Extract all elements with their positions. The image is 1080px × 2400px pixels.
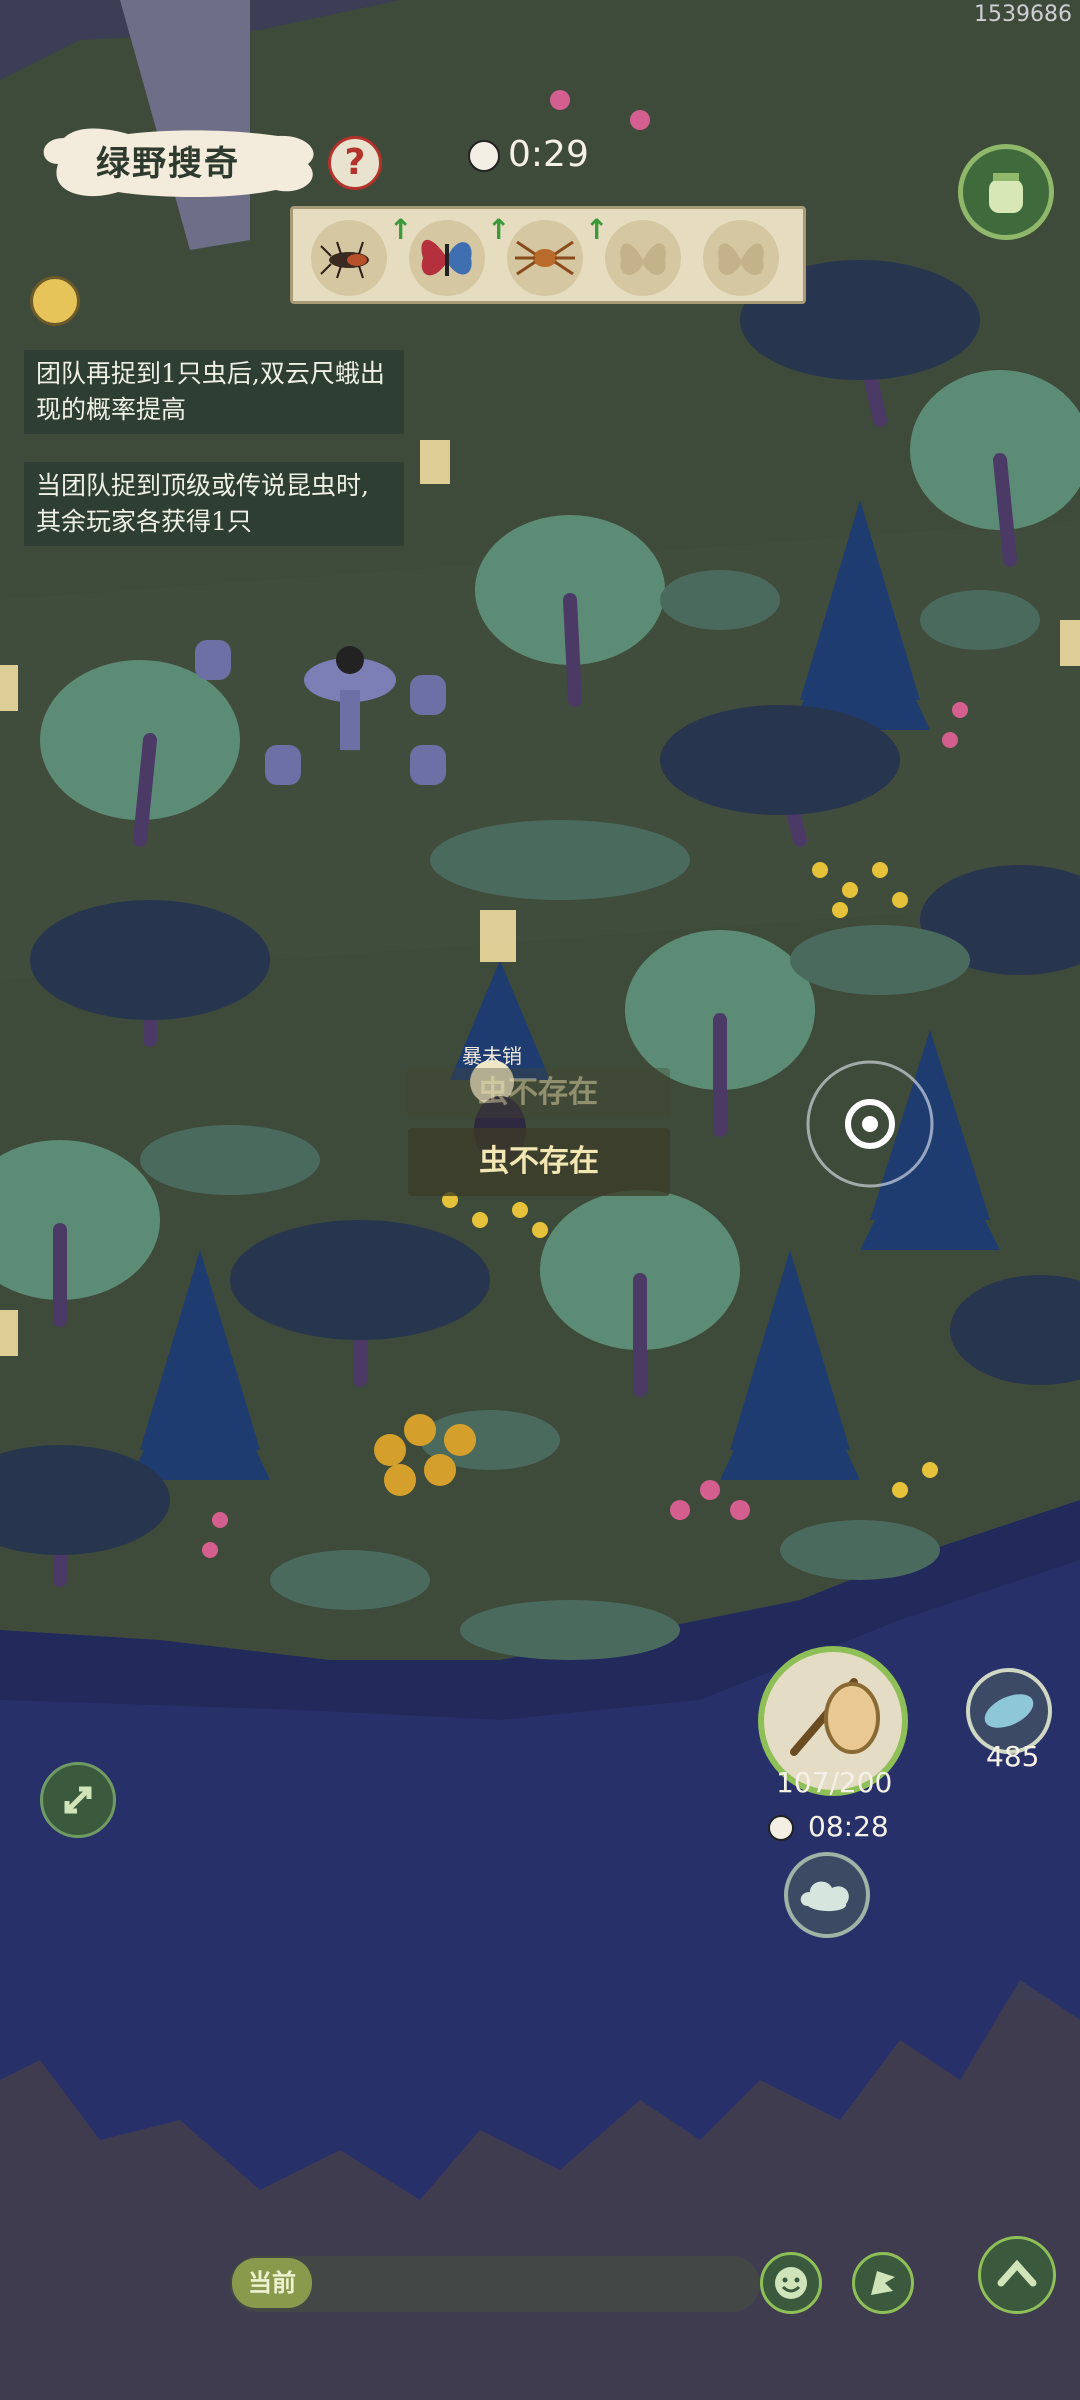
user-id: 1539686 (974, 2, 1072, 27)
expand-view-button[interactable] (40, 1762, 116, 1838)
chat-channel-current[interactable]: 当前 (232, 2258, 312, 2308)
leaf-bait-icon (984, 1694, 1034, 1728)
emoji-button[interactable] (760, 2252, 822, 2314)
event-title: 绿野搜奇 (96, 144, 240, 184)
quick-message-button[interactable] (852, 2252, 914, 2314)
flag-check-icon (871, 2271, 895, 2295)
toast-faded: 虫不存在 (406, 1068, 670, 1118)
jar-icon (989, 173, 1023, 213)
insect-slot-beetle[interactable] (311, 220, 387, 296)
collapse-menu-button[interactable] (978, 2236, 1056, 2314)
insect-slot-locked[interactable] (703, 220, 779, 296)
cloud-icon (800, 1881, 849, 1912)
chevron-up-icon (997, 2259, 1037, 2287)
event-timer: 0:29 (508, 134, 589, 175)
smiley-icon (775, 2267, 807, 2299)
clock-icon (768, 1815, 794, 1841)
net-durability: 107/200 (776, 1766, 893, 1799)
insect-slot-spider[interactable] (507, 220, 583, 296)
spider-icon (515, 240, 575, 276)
insect-slot-butterfly[interactable] (409, 220, 485, 296)
collection-jar-button[interactable] (958, 144, 1054, 240)
butterfly-icon (421, 239, 472, 276)
bait-count: 485 (986, 1740, 1040, 1773)
countdown-timer: 08:28 (808, 1810, 889, 1843)
beetle-icon (320, 241, 369, 279)
cloud-skill-button[interactable] (784, 1852, 870, 1938)
moth-silhouette-icon (620, 243, 666, 276)
notice-team-catch: 团队再捉到1只虫后,双云尺蛾出现的概率提高 (24, 350, 404, 434)
help-button[interactable]: ? (328, 136, 382, 190)
moth-silhouette-icon (718, 243, 764, 276)
clock-icon (468, 140, 500, 172)
expand-arrows-icon (64, 1786, 92, 1814)
toast-insect-not-exist: 虫不存在 (408, 1128, 670, 1196)
notice-top-insect: 当团队捉到顶级或传说昆虫时,其余玩家各获得1只 (24, 462, 404, 546)
honey-jar-icon[interactable] (30, 276, 80, 326)
player-name-tag: 暴未销 (462, 1044, 522, 1068)
insect-slot-locked[interactable] (605, 220, 681, 296)
insect-target-bar: ↑ ↑ ↑ (290, 206, 806, 304)
